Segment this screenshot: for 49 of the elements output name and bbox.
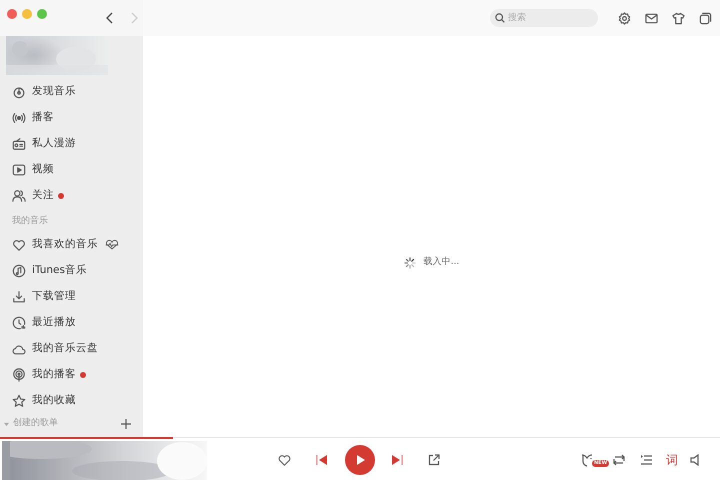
podcast-icon — [12, 368, 26, 382]
sidebar-item[interactable]: 发现音乐 — [0, 79, 143, 105]
sidebar-item[interactable]: 下载管理 — [0, 284, 143, 310]
star-icon — [12, 394, 26, 408]
music-disc-icon — [12, 85, 26, 99]
video-icon — [12, 163, 26, 177]
sidebar-item[interactable]: iTunes音乐 — [0, 258, 143, 284]
like-button[interactable] — [278, 454, 291, 466]
heartbeat-icon[interactable] — [105, 238, 119, 252]
sidebar-item[interactable]: 我的音乐云盘 — [0, 336, 143, 362]
search-field[interactable]: 搜索 — [490, 9, 598, 27]
sidebar-item[interactable]: 播客 — [0, 105, 143, 131]
mail-icon[interactable] — [645, 12, 658, 24]
radio-icon — [12, 137, 26, 151]
close-button[interactable] — [7, 9, 17, 19]
loading-spinner-icon — [404, 256, 416, 268]
lyrics-button[interactable]: 词 — [666, 454, 678, 466]
heart-icon — [12, 238, 26, 252]
sidebar-item[interactable]: 我喜欢的音乐 — [0, 232, 143, 258]
expand-toggle[interactable] — [4, 422, 9, 426]
clock-icon — [12, 316, 26, 330]
sidebar-item[interactable]: 关注 — [0, 183, 143, 209]
mini-window-icon[interactable] — [699, 12, 712, 24]
shirt-icon[interactable] — [672, 12, 685, 24]
sidebar-item[interactable]: 我的收藏 — [0, 388, 143, 414]
download-icon — [12, 290, 26, 304]
people-icon — [12, 189, 26, 203]
sidebar-item[interactable]: 视频 — [0, 157, 143, 183]
play-icon — [354, 454, 366, 466]
add-playlist-button[interactable] — [121, 419, 131, 429]
section-heading: 我的音乐 — [11, 214, 49, 228]
next-button[interactable] — [391, 454, 403, 466]
sidebar-item[interactable]: 我的播客 — [0, 362, 143, 388]
music-note-icon — [12, 264, 26, 278]
repeat-button[interactable] — [612, 454, 626, 466]
volume-button[interactable] — [690, 454, 701, 466]
play-button[interactable] — [345, 444, 375, 474]
back-button[interactable] — [105, 12, 113, 24]
broadcast-icon — [12, 111, 26, 125]
share-button[interactable] — [428, 454, 440, 466]
sidebar-item[interactable]: 最近播放 — [0, 310, 143, 336]
loading-text: 载入中... — [424, 256, 460, 269]
previous-button[interactable] — [316, 454, 328, 466]
playlist-button[interactable] — [640, 454, 652, 466]
heartbeat-mode-button[interactable] — [580, 452, 594, 466]
section-heading: 创建的歌单 — [13, 417, 58, 430]
search-icon — [495, 13, 505, 23]
sidebar-item[interactable]: 私人漫游 — [0, 131, 143, 157]
settings-icon[interactable] — [618, 12, 631, 24]
